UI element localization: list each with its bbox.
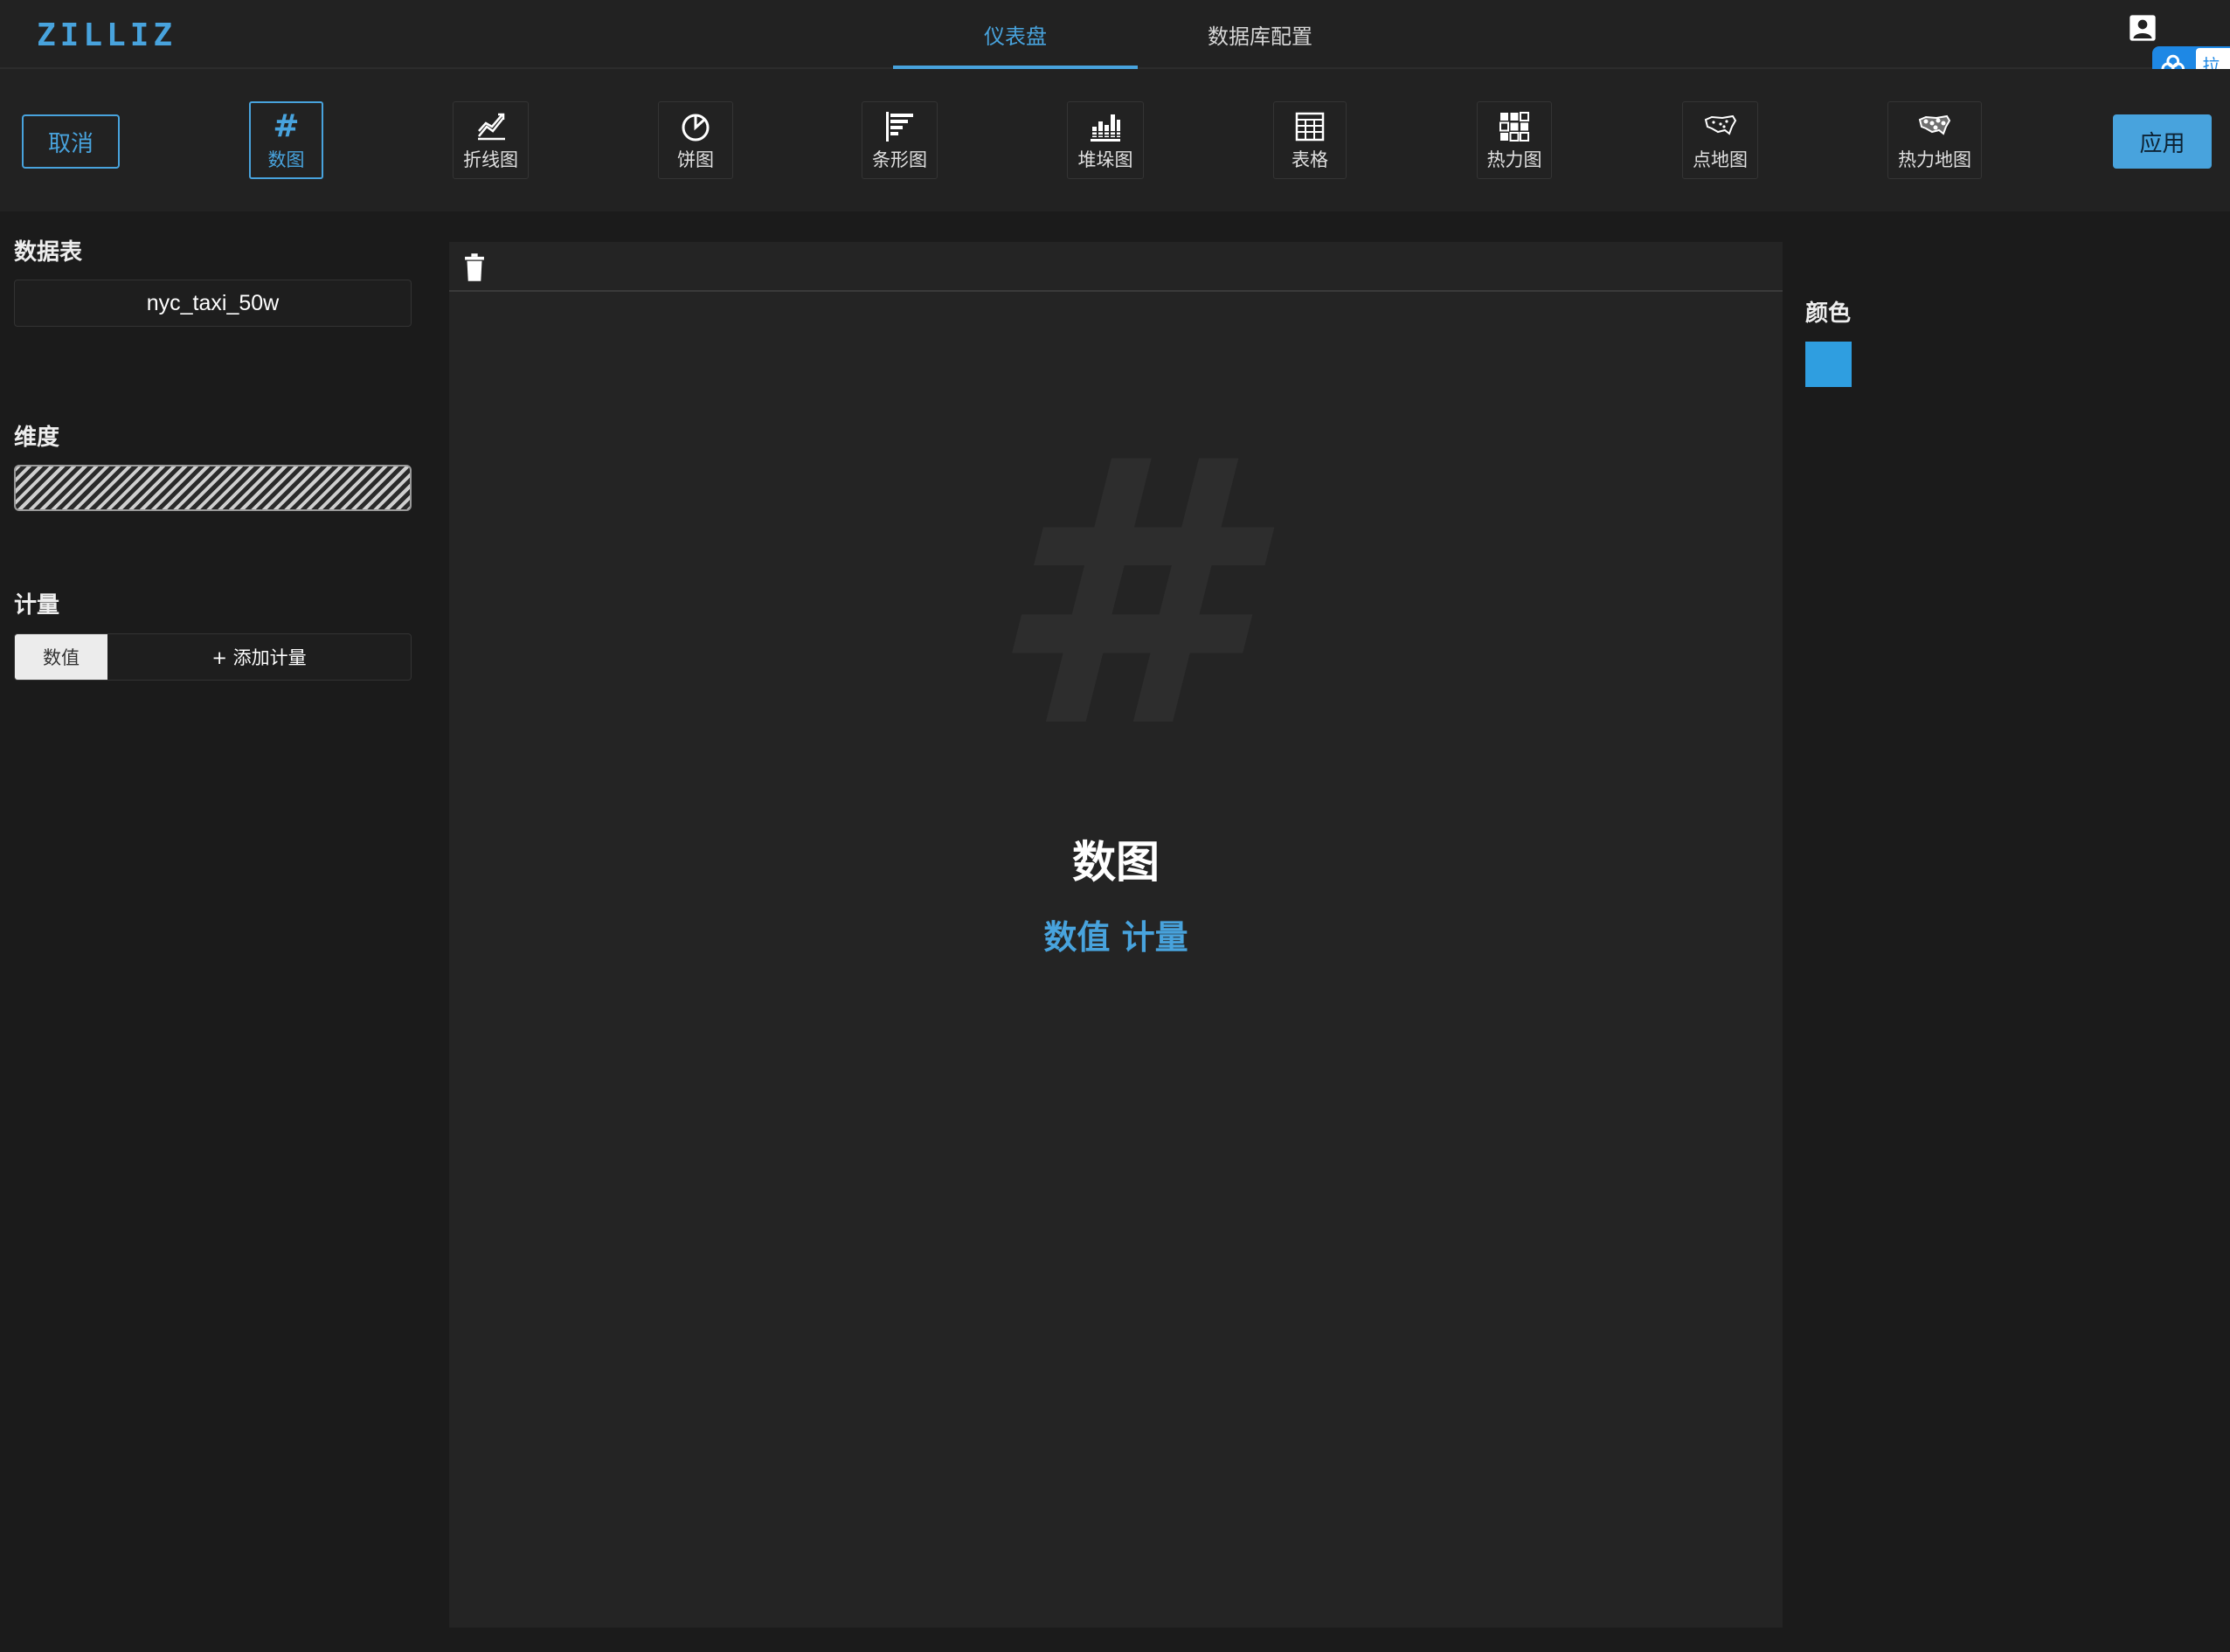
trash-icon[interactable] — [461, 252, 488, 282]
hash-icon: # — [273, 107, 300, 144]
heat-map-icon — [1918, 114, 1951, 135]
chart-toolbar: 取消 # 数图 折线图 饼图 条形图 堆垛图 表格 热力图 点地图 热力地图 应… — [0, 69, 2230, 211]
table-select[interactable]: nyc_taxi_50w — [14, 280, 412, 327]
stacked-chart-icon — [1091, 114, 1120, 142]
add-measure-button[interactable]: + 添加计量 — [107, 634, 411, 680]
dimension-dropzone[interactable] — [14, 465, 412, 511]
tab-database-config[interactable]: 数据库配置 — [1138, 0, 1382, 69]
table-section-label: 数据表 — [14, 239, 83, 266]
canvas-title: 数图 — [1072, 837, 1160, 888]
chart-type-label: 点地图 — [1693, 149, 1748, 170]
table-icon — [1295, 112, 1325, 141]
chart-type-heatmap[interactable]: 热力图 — [1477, 101, 1552, 179]
chart-type-heat-map[interactable]: 热力地图 — [1887, 101, 1982, 179]
chart-type-line[interactable]: 折线图 — [453, 101, 529, 179]
canvas-header — [449, 242, 1783, 292]
chart-type-label: 饼图 — [677, 149, 714, 170]
chart-type-label: 热力图 — [1486, 149, 1542, 170]
heatmap-icon — [1499, 111, 1529, 142]
chart-type-pie[interactable]: 饼图 — [658, 101, 733, 179]
apply-button[interactable]: 应用 — [2113, 114, 2212, 169]
measure-row: 数值 + 添加计量 — [14, 633, 412, 681]
tab-dashboard[interactable]: 仪表盘 — [893, 0, 1138, 69]
chart-type-label: 表格 — [1292, 149, 1328, 170]
chart-type-label: 数图 — [267, 149, 305, 170]
chart-type-stacked[interactable]: 堆垛图 — [1067, 101, 1144, 179]
config-panel: 数据表 nyc_taxi_50w 维度 计量 数值 + 添加计量 — [0, 211, 446, 1652]
account-icon[interactable] — [2129, 14, 2157, 42]
chart-type-label: 热力地图 — [1898, 149, 1971, 170]
chart-type-label: 折线图 — [463, 149, 518, 170]
color-swatch[interactable] — [1805, 342, 1852, 387]
measure-section-label: 计量 — [14, 592, 60, 619]
line-chart-icon — [477, 113, 505, 140]
top-nav: ZILLIZ 仪表盘 数据库配置 — [0, 0, 2230, 69]
chart-type-number[interactable]: # 数图 — [249, 101, 323, 179]
chart-type-bar[interactable]: 条形图 — [862, 101, 938, 179]
dimension-section-label: 维度 — [14, 425, 60, 451]
canvas-subtitle: 数值 计量 — [1043, 918, 1188, 957]
bar-chart-icon — [885, 111, 913, 142]
pie-chart-icon — [682, 114, 710, 141]
chart-type-label: 条形图 — [872, 149, 927, 170]
cancel-button[interactable]: 取消 — [22, 114, 120, 169]
number-chart-placeholder-icon: # — [987, 382, 1244, 809]
color-section-label: 颜色 — [1805, 301, 1852, 327]
measure-tag[interactable]: 数值 — [15, 634, 107, 680]
chart-canvas: # 数图 数值 计量 — [449, 242, 1783, 1628]
logo[interactable]: ZILLIZ — [37, 17, 177, 53]
point-map-icon — [1704, 114, 1736, 135]
chart-type-table[interactable]: 表格 — [1273, 101, 1347, 179]
chart-type-label: 堆垛图 — [1077, 149, 1133, 170]
chart-type-point-map[interactable]: 点地图 — [1682, 101, 1758, 179]
